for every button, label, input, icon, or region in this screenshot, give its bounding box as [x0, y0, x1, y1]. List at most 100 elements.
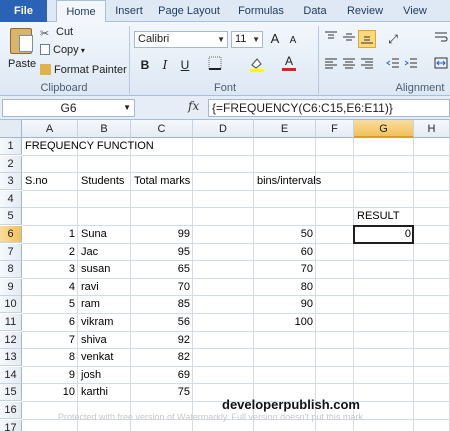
cell-a3[interactable]: S.no: [22, 173, 78, 190]
borders-icon[interactable]: [206, 56, 224, 74]
cell-b8[interactable]: susan: [78, 261, 131, 278]
cell-c9[interactable]: 70: [131, 279, 193, 296]
column-header-c[interactable]: C: [131, 120, 193, 138]
cell-c3[interactable]: Total marks: [131, 173, 193, 190]
format-painter-button[interactable]: Format Painter: [40, 64, 127, 76]
paste-button[interactable]: Paste: [8, 58, 36, 70]
font-name-select[interactable]: Calibri ▼: [134, 31, 228, 48]
row-header-4[interactable]: 4: [0, 191, 22, 208]
cell-a10[interactable]: 5: [22, 296, 78, 313]
cell-a7[interactable]: 2: [22, 244, 78, 261]
decrease-indent-icon[interactable]: [384, 56, 402, 74]
cell-e6[interactable]: 50: [254, 226, 316, 243]
cell-b6[interactable]: Suna: [78, 226, 131, 243]
wrap-text-icon[interactable]: [432, 30, 450, 48]
align-center-icon[interactable]: [340, 56, 358, 74]
row-header-3[interactable]: 3: [0, 173, 22, 190]
cell-a12[interactable]: 7: [22, 332, 78, 349]
font-color-button[interactable]: A: [280, 54, 298, 72]
name-box[interactable]: G6 ▼: [2, 99, 135, 117]
row-header-1[interactable]: 1: [0, 138, 22, 155]
row-header-8[interactable]: 8: [0, 261, 22, 278]
row-header-14[interactable]: 14: [0, 367, 22, 384]
cell-a9[interactable]: 4: [22, 279, 78, 296]
cell-c14[interactable]: 69: [131, 367, 193, 384]
merge-center-icon[interactable]: [432, 56, 450, 74]
cell-c10[interactable]: 85: [131, 296, 193, 313]
tab-review[interactable]: Review: [344, 0, 386, 22]
column-header-b[interactable]: B: [78, 120, 131, 138]
cell-c15[interactable]: 75: [131, 384, 193, 401]
cell-c8[interactable]: 65: [131, 261, 193, 278]
cell-a14[interactable]: 9: [22, 367, 78, 384]
cell-b7[interactable]: Jac: [78, 244, 131, 261]
tab-page-layout[interactable]: Page Layout: [158, 0, 220, 22]
cell-a1[interactable]: FREQUENCY FUNCTION: [22, 138, 154, 155]
row-header-6[interactable]: 6: [0, 226, 22, 243]
cell-b13[interactable]: venkat: [78, 349, 131, 366]
row-header-17[interactable]: 17: [0, 420, 22, 431]
row-header-5[interactable]: 5: [0, 208, 22, 225]
cell-e11[interactable]: 100: [254, 314, 316, 331]
cell-c12[interactable]: 92: [131, 332, 193, 349]
cell-b3[interactable]: Students: [78, 173, 131, 190]
fill-color-icon[interactable]: [248, 56, 266, 74]
cell-e10[interactable]: 90: [254, 296, 316, 313]
tab-view[interactable]: View: [400, 0, 430, 22]
cell-g5[interactable]: RESULT: [354, 208, 414, 225]
tab-insert[interactable]: Insert: [112, 0, 146, 22]
column-header-f[interactable]: F: [316, 120, 354, 138]
shrink-font-button[interactable]: A: [284, 32, 302, 50]
column-header-g[interactable]: G: [354, 120, 414, 138]
tab-file[interactable]: File: [0, 0, 47, 22]
cut-button[interactable]: ✂ Cut: [40, 26, 73, 40]
formula-input[interactable]: {=FREQUENCY(C6:C15,E6:E11)}: [208, 99, 450, 117]
row-header-10[interactable]: 10: [0, 296, 22, 313]
cell-e9[interactable]: 80: [254, 279, 316, 296]
tab-home[interactable]: Home: [56, 0, 106, 23]
column-header-d[interactable]: D: [193, 120, 254, 138]
row-header-11[interactable]: 11: [0, 314, 22, 331]
cell-b9[interactable]: ravi: [78, 279, 131, 296]
cell-a11[interactable]: 6: [22, 314, 78, 331]
row-header-12[interactable]: 12: [0, 332, 22, 349]
row-header-13[interactable]: 13: [0, 349, 22, 366]
select-all-corner[interactable]: [0, 120, 22, 138]
column-header-a[interactable]: A: [22, 120, 78, 138]
cell-b12[interactable]: shiva: [78, 332, 131, 349]
align-left-icon[interactable]: [322, 56, 340, 74]
cell-c13[interactable]: 82: [131, 349, 193, 366]
cell-a6[interactable]: 1: [22, 226, 78, 243]
align-bottom-icon[interactable]: [358, 30, 376, 48]
cell-e8[interactable]: 70: [254, 261, 316, 278]
insert-function-icon[interactable]: fx: [188, 99, 199, 113]
cell-b10[interactable]: ram: [78, 296, 131, 313]
cell-b15[interactable]: karthi: [78, 384, 131, 401]
tab-formulas[interactable]: Formulas: [236, 0, 286, 22]
italic-button[interactable]: I: [156, 56, 174, 74]
cell-a15[interactable]: 10: [22, 384, 78, 401]
row-header-16[interactable]: 16: [0, 402, 22, 419]
row-header-7[interactable]: 7: [0, 244, 22, 261]
underline-button[interactable]: U: [176, 56, 194, 74]
align-top-icon[interactable]: [322, 30, 340, 48]
cell-e3[interactable]: bins/intervals: [254, 173, 321, 190]
cell-b11[interactable]: vikram: [78, 314, 131, 331]
font-size-select[interactable]: 11 ▼: [231, 31, 263, 48]
column-header-h[interactable]: H: [414, 120, 450, 138]
copy-button[interactable]: Copy ▾: [40, 44, 85, 56]
cell-c7[interactable]: 95: [131, 244, 193, 261]
row-header-15[interactable]: 15: [0, 384, 22, 401]
paste-icon[interactable]: [10, 28, 33, 54]
bold-button[interactable]: B: [136, 56, 154, 74]
cell-b14[interactable]: josh: [78, 367, 131, 384]
column-header-e[interactable]: E: [254, 120, 316, 138]
cell-e7[interactable]: 60: [254, 244, 316, 261]
spreadsheet-grid[interactable]: A B C D E F G H 1 2 3 4 5 6 7 8 9 10 11 12 13 14 15 16 17 FREQUEN…: [0, 120, 450, 431]
cell-g6[interactable]: 0: [354, 226, 414, 243]
increase-indent-icon[interactable]: [402, 56, 420, 74]
align-right-icon[interactable]: [358, 56, 376, 74]
row-header-9[interactable]: 9: [0, 279, 22, 296]
orientation-icon[interactable]: ⤢: [384, 30, 402, 48]
cell-a8[interactable]: 3: [22, 261, 78, 278]
